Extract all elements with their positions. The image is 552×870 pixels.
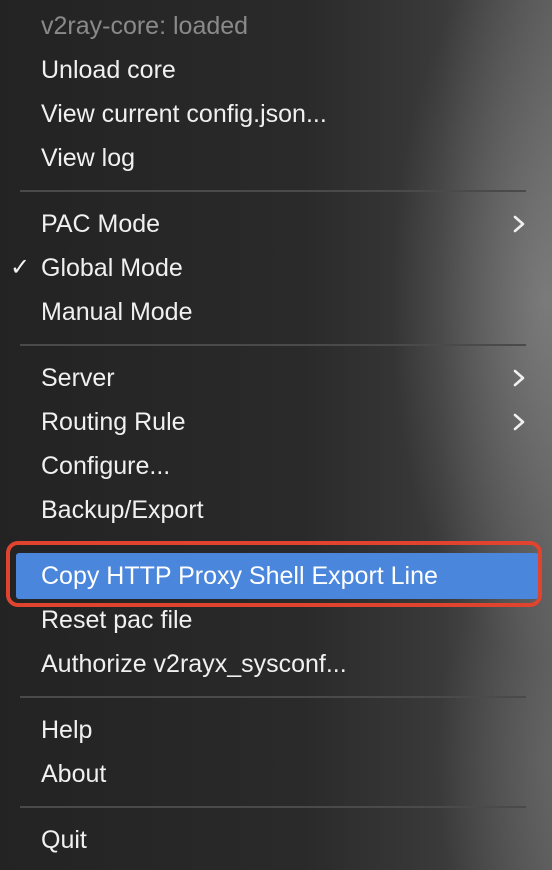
- menu-item-about[interactable]: About: [0, 752, 552, 796]
- backup-export-label: Backup/Export: [41, 496, 204, 524]
- manual-mode-label: Manual Mode: [41, 298, 193, 326]
- menu-item-quit[interactable]: Quit: [0, 818, 552, 862]
- menu-separator: [20, 190, 526, 192]
- unload-core-label: Unload core: [41, 56, 176, 84]
- configure-label: Configure...: [41, 452, 171, 480]
- core-status-label: v2ray-core: loaded: [41, 12, 249, 40]
- menu-item-server[interactable]: Server: [0, 356, 552, 400]
- checkmark-icon: ✓: [10, 254, 31, 281]
- view-config-label: View current config.json...: [41, 100, 327, 128]
- chevron-right-icon: [513, 215, 525, 233]
- menu-item-reset-pac[interactable]: Reset pac file: [0, 598, 552, 642]
- menu-item-backup-export[interactable]: Backup/Export: [0, 488, 552, 532]
- menu-item-unload-core[interactable]: Unload core: [0, 48, 552, 92]
- menu-separator: [20, 696, 526, 698]
- status-menu: v2ray-core: loaded Unload core View curr…: [0, 0, 552, 870]
- menu-item-view-config[interactable]: View current config.json...: [0, 92, 552, 136]
- chevron-right-icon: [513, 369, 525, 387]
- menu-item-manual-mode[interactable]: Manual Mode: [0, 290, 552, 334]
- menu-separator: [20, 806, 526, 808]
- menu-item-pac-mode[interactable]: PAC Mode: [0, 202, 552, 246]
- menu-separator: [20, 344, 526, 346]
- menu-item-authorize[interactable]: Authorize v2rayx_sysconf...: [0, 642, 552, 686]
- global-mode-label: Global Mode: [41, 254, 183, 282]
- menu-item-help[interactable]: Help: [0, 708, 552, 752]
- pac-mode-label: PAC Mode: [41, 210, 161, 238]
- menu-item-core-status: v2ray-core: loaded: [0, 4, 552, 48]
- routing-rule-label: Routing Rule: [41, 408, 186, 436]
- menu-item-configure[interactable]: Configure...: [0, 444, 552, 488]
- view-log-label: View log: [41, 144, 136, 172]
- quit-label: Quit: [41, 826, 87, 854]
- server-label: Server: [41, 364, 115, 392]
- help-label: Help: [41, 716, 93, 744]
- about-label: About: [41, 760, 107, 788]
- menu-item-view-log[interactable]: View log: [0, 136, 552, 180]
- authorize-label: Authorize v2rayx_sysconf...: [41, 650, 347, 678]
- reset-pac-label: Reset pac file: [41, 606, 193, 634]
- menu-item-global-mode[interactable]: ✓ Global Mode: [0, 246, 552, 290]
- menu-item-routing-rule[interactable]: Routing Rule: [0, 400, 552, 444]
- chevron-right-icon: [513, 413, 525, 431]
